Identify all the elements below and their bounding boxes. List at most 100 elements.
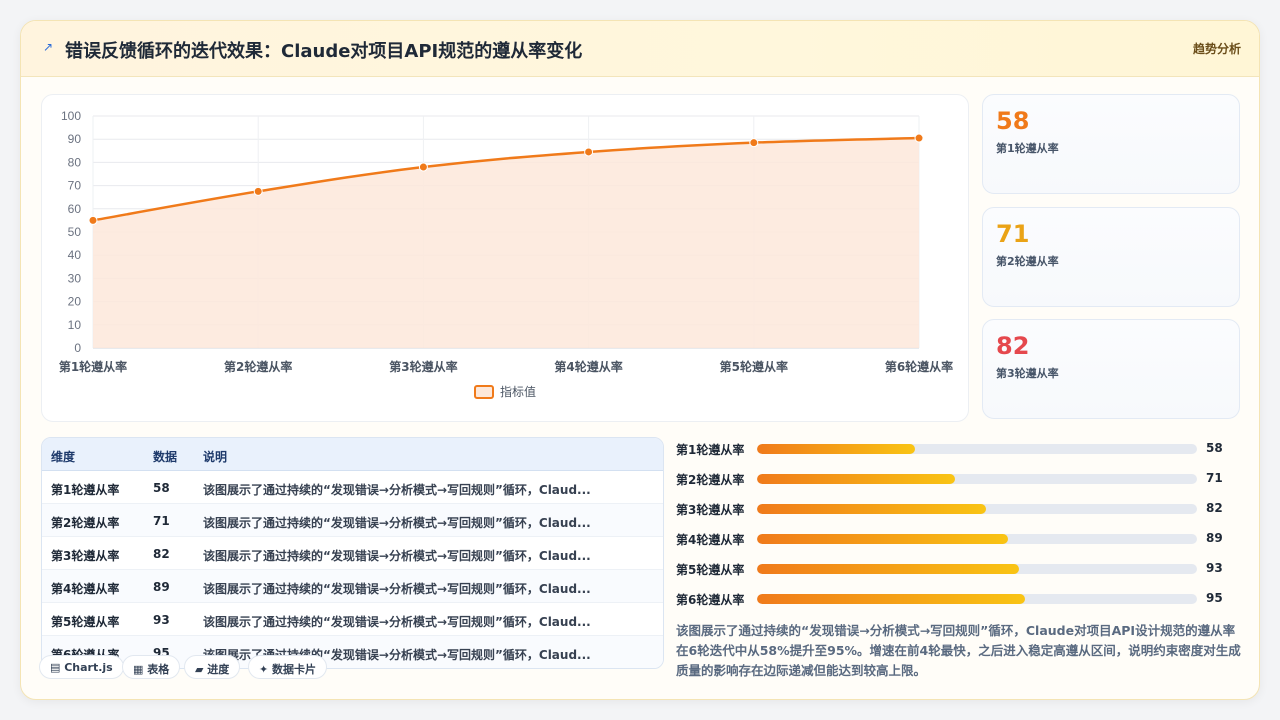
- progress-label: 第3轮遵从率: [676, 503, 745, 517]
- y-tick-label: 90: [68, 132, 82, 146]
- x-tick-label: 第5轮遵从率: [720, 359, 788, 374]
- progress-bars: 第1轮遵从率 58 第2轮遵从率 71 第3轮遵从率 82 第4轮遵从率 89 …: [676, 439, 1246, 609]
- column-header-description: 说明: [203, 450, 228, 464]
- y-tick-label: 0: [74, 341, 81, 355]
- column-header-dimension: 维度: [51, 450, 76, 464]
- y-tick-label: 60: [68, 202, 82, 216]
- kpi-value: 82: [996, 332, 1030, 360]
- kpi-card-2: 71 第2轮遵从率: [982, 207, 1240, 307]
- panel-header: ↗ 错误反馈循环的迭代效果：Claude对项目API规范的遵从率变化 趋势分析: [21, 21, 1259, 77]
- progress-row: 第6轮遵从率 95: [676, 589, 1246, 609]
- y-tick-label: 40: [68, 248, 82, 262]
- progress-label: 第2轮遵从率: [676, 473, 745, 487]
- data-table: 维度 数据 说明 第1轮遵从率 58 该图展示了通过持续的“发现错误→分析模式→…: [41, 437, 664, 669]
- y-tick-label: 50: [68, 225, 82, 239]
- progress-fill: [757, 504, 986, 514]
- progress-value: 71: [1206, 471, 1223, 485]
- progress-fill: [757, 444, 916, 454]
- table-row: 第5轮遵从率 93 该图展示了通过持续的“发现错误→分析模式→写回规则”循环，C…: [42, 603, 663, 636]
- kpi-label: 第2轮遵从率: [996, 255, 1059, 268]
- cell-data: 82: [153, 547, 170, 561]
- cell-data: 93: [153, 613, 170, 627]
- column-header-data: 数据: [153, 450, 178, 464]
- y-tick-label: 10: [68, 318, 82, 332]
- y-tick-label: 100: [61, 109, 81, 123]
- kpi-label: 第1轮遵从率: [996, 142, 1059, 155]
- data-point: [253, 186, 263, 196]
- x-tick-label: 第6轮遵从率: [885, 359, 953, 374]
- chip-table[interactable]: ▦ 表格: [122, 655, 181, 679]
- progress-fill: [757, 564, 1019, 574]
- table-header: 维度 数据 说明: [42, 438, 663, 471]
- cell-description: 该图展示了通过持续的“发现错误→分析模式→写回规则”循环，Claud...: [203, 549, 591, 563]
- cell-dimension: 第1轮遵从率: [51, 483, 120, 497]
- data-point: [584, 147, 594, 157]
- progress-track: [757, 504, 1197, 514]
- data-point: [88, 215, 98, 225]
- chip-progress[interactable]: ▰ 进度: [184, 655, 241, 679]
- progress-fill: [757, 534, 1008, 544]
- cell-description: 该图展示了通过持续的“发现错误→分析模式→写回规则”循环，Claud...: [203, 483, 591, 497]
- progress-value: 58: [1206, 441, 1223, 455]
- cell-description: 该图展示了通过持续的“发现错误→分析模式→写回规则”循环，Claud...: [203, 516, 591, 530]
- analysis-tag[interactable]: 趋势分析: [1193, 40, 1241, 57]
- progress-track: [757, 444, 1197, 454]
- progress-label: 第4轮遵从率: [676, 533, 745, 547]
- data-point: [749, 138, 759, 148]
- progress-label: 第6轮遵从率: [676, 593, 745, 607]
- progress-fill: [757, 594, 1026, 604]
- progress-label: 第5轮遵从率: [676, 563, 745, 577]
- progress-track: [757, 594, 1197, 604]
- x-tick-label: 第2轮遵从率: [224, 359, 292, 374]
- cell-description: 该图展示了通过持续的“发现错误→分析模式→写回规则”循环，Claud...: [203, 582, 591, 596]
- data-point: [914, 133, 924, 143]
- x-tick-label: 第1轮遵从率: [59, 359, 127, 374]
- series-area: [93, 138, 919, 348]
- y-tick-label: 30: [68, 271, 82, 285]
- progress-row: 第2轮遵从率 71: [676, 469, 1246, 489]
- legend-label: 指标值: [500, 384, 536, 399]
- progress-label: 第1轮遵从率: [676, 443, 745, 457]
- chart-card: 0 10 20 30 40 50 60 70 80 90 100 第1轮遵从率 第2轮遵从率 第3轮遵从率…: [41, 94, 969, 422]
- x-tick-label: 第4轮遵从率: [554, 359, 622, 374]
- cell-description: 该图展示了通过持续的“发现错误→分析模式→写回规则”循环，Claud...: [203, 615, 591, 629]
- kpi-label: 第3轮遵从率: [996, 367, 1059, 380]
- cell-data: 58: [153, 481, 170, 495]
- data-point: [418, 162, 428, 172]
- dashboard-panel: ↗ 错误反馈循环的迭代效果：Claude对项目API规范的遵从率变化 趋势分析 …: [20, 20, 1260, 700]
- kpi-card-1: 58 第1轮遵从率: [982, 94, 1240, 194]
- progress-value: 89: [1206, 531, 1223, 545]
- table-row: 第4轮遵从率 89 该图展示了通过持续的“发现错误→分析模式→写回规则”循环，C…: [42, 570, 663, 603]
- kpi-value: 58: [996, 107, 1030, 135]
- cell-dimension: 第2轮遵从率: [51, 516, 120, 530]
- cell-dimension: 第3轮遵从率: [51, 549, 120, 563]
- page-title: 错误反馈循环的迭代效果：Claude对项目API规范的遵从率变化: [65, 41, 583, 62]
- y-tick-label: 70: [68, 179, 82, 193]
- table-row: 第2轮遵从率 71 该图展示了通过持续的“发现错误→分析模式→写回规则”循环，C…: [42, 504, 663, 537]
- cell-dimension: 第4轮遵从率: [51, 582, 120, 596]
- progress-row: 第1轮遵从率 58: [676, 439, 1246, 459]
- kpi-value: 71: [996, 220, 1030, 248]
- cell-data: 89: [153, 580, 170, 594]
- table-row: 第3轮遵从率 82 该图展示了通过持续的“发现错误→分析模式→写回规则”循环，C…: [42, 537, 663, 570]
- progress-row: 第3轮遵从率 82: [676, 499, 1246, 519]
- chip-chartjs[interactable]: ▤ Chart.js: [39, 655, 124, 679]
- summary-text: 该图展示了通过持续的“发现错误→分析模式→写回规则”循环，Claude对项目AP…: [676, 623, 1241, 678]
- table-row: 第1轮遵从率 58 该图展示了通过持续的“发现错误→分析模式→写回规则”循环，C…: [42, 471, 663, 504]
- line-chart: 0 10 20 30 40 50 60 70 80 90 100 第1轮遵从率 第2轮遵从率 第3轮遵从率…: [59, 109, 953, 399]
- chip-data-cards[interactable]: ✦ 数据卡片: [248, 655, 328, 679]
- trend-icon: ↗: [43, 40, 54, 54]
- progress-row: 第5轮遵从率 93: [676, 559, 1246, 579]
- cell-data: 71: [153, 514, 170, 528]
- progress-value: 82: [1206, 501, 1223, 515]
- y-tick-label: 20: [68, 295, 82, 309]
- progress-fill: [757, 474, 955, 484]
- progress-track: [757, 534, 1197, 544]
- y-tick-label: 80: [68, 155, 82, 169]
- cell-dimension: 第5轮遵从率: [51, 615, 120, 629]
- progress-row: 第4轮遵从率 89: [676, 529, 1246, 549]
- x-tick-label: 第3轮遵从率: [389, 359, 457, 374]
- progress-value: 93: [1206, 561, 1223, 575]
- legend-swatch: [474, 385, 494, 399]
- progress-track: [757, 564, 1197, 574]
